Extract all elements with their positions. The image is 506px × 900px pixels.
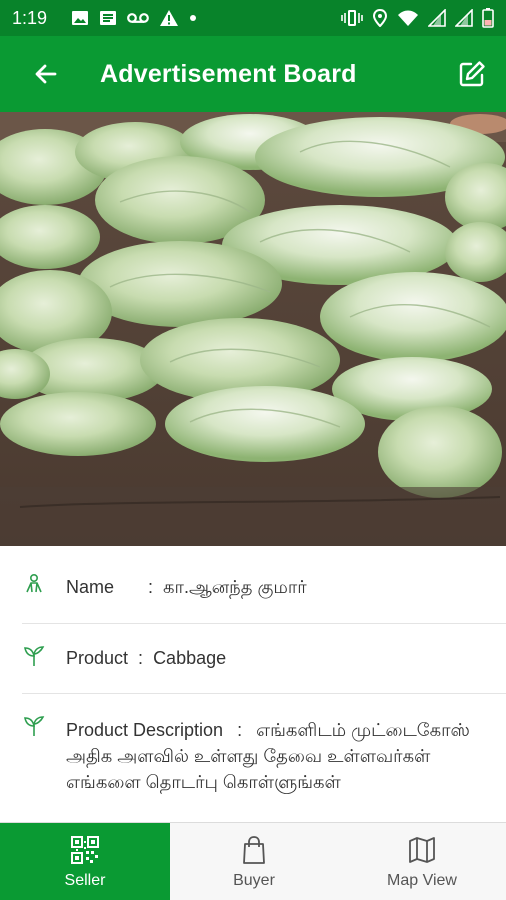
- nav-buyer-label: Buyer: [233, 871, 275, 889]
- qr-icon: [69, 834, 101, 866]
- status-bar: 1:19: [0, 0, 506, 36]
- dot-icon: [189, 14, 197, 22]
- nav-seller-label: Seller: [64, 871, 106, 889]
- product-label: Product: [66, 648, 129, 668]
- sprout-icon: [22, 714, 46, 738]
- nav-buyer[interactable]: Buyer: [170, 823, 338, 900]
- image-icon: [71, 9, 89, 27]
- product-value: Cabbage: [153, 648, 227, 668]
- location-icon: [372, 9, 388, 27]
- status-left: 1:19: [12, 8, 197, 29]
- name-separator: :: [148, 577, 154, 597]
- signal-icon: [455, 9, 473, 27]
- wifi-icon: [397, 9, 419, 27]
- nav-map-view[interactable]: Map View: [338, 823, 506, 900]
- description-separator: :: [237, 720, 243, 740]
- description-row: Product Description: எங்களிடம் முட்டைகோஸ்…: [22, 694, 506, 822]
- voicemail-icon: [127, 11, 149, 25]
- description-label: Product Description: [66, 720, 224, 740]
- name-value: கா.ஆனந்த குமார்: [163, 577, 307, 597]
- message-icon: [99, 9, 117, 27]
- product-row: Product: Cabbage: [22, 624, 506, 694]
- nav-map-view-label: Map View: [387, 871, 457, 889]
- product-image: [0, 112, 506, 546]
- arrow-left-icon: [35, 64, 57, 84]
- edit-icon: [459, 61, 485, 87]
- battery-icon: [482, 8, 494, 28]
- page-title: Advertisement Board: [100, 59, 357, 88]
- name-label: Name: [66, 577, 115, 597]
- vibrate-icon: [341, 9, 363, 27]
- map-icon: [406, 834, 438, 866]
- shopping-bag-icon: [238, 834, 270, 866]
- status-right: [341, 8, 494, 28]
- product-separator: :: [138, 648, 144, 668]
- bottom-nav: Seller Buyer Map View: [0, 822, 506, 900]
- edit-button[interactable]: [452, 54, 492, 94]
- nav-seller[interactable]: Seller: [0, 823, 170, 900]
- status-time: 1:19: [12, 7, 48, 28]
- app-bar: Advertisement Board: [0, 36, 506, 112]
- sprout-icon: [22, 644, 46, 668]
- back-button[interactable]: [26, 54, 66, 94]
- person-icon: [22, 572, 46, 596]
- signal-icon: [428, 9, 446, 27]
- warning-icon: [159, 9, 179, 27]
- name-row: Name: கா.ஆனந்த குமார்: [22, 546, 506, 624]
- ad-details: Name: கா.ஆனந்த குமார் Product: Cabbage Pro…: [0, 546, 506, 822]
